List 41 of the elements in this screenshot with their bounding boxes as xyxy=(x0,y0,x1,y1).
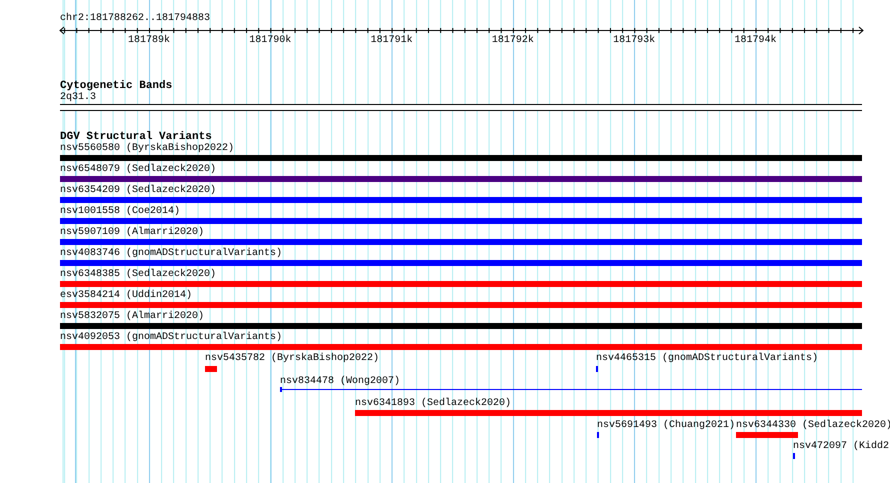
scale-label: 181789k xyxy=(128,35,170,46)
variant-label: nsv6548079 (Sedlazeck2020) xyxy=(60,164,216,175)
scale-label: 181791k xyxy=(370,35,413,46)
variant-label: nsv6348385 (Sedlazeck2020) xyxy=(60,269,216,280)
variant-bar[interactable] xyxy=(60,176,862,182)
variant-label: nsv1001558 (Coe2014) xyxy=(60,206,180,217)
track-title: Cytogenetic Bands xyxy=(60,80,174,92)
variant-label: nsv6341893 (Sedlazeck2020) xyxy=(355,398,512,409)
variant-bar[interactable] xyxy=(60,344,862,350)
variant-label: nsv4092053 (gnomADStructuralVariants) xyxy=(60,332,282,343)
variant-bar[interactable] xyxy=(60,155,862,161)
variant-bar[interactable] xyxy=(60,302,862,308)
band-label: 2q31.3 xyxy=(60,92,98,103)
variant-label: nsv6354209 (Sedlazeck2020) xyxy=(60,185,216,196)
scale-label: 181793k xyxy=(613,35,656,46)
variant-bar[interactable] xyxy=(60,281,862,287)
variant-bar[interactable] xyxy=(60,260,862,266)
variant-label: esv3584214 (Uddin2014) xyxy=(60,290,192,301)
variant-bar[interactable] xyxy=(205,366,217,372)
variant-bar[interactable] xyxy=(60,197,862,203)
variant-label: nsv6344330 (Sedlazeck2020) xyxy=(736,420,890,431)
variant-label: nsv4083746 (gnomADStructuralVariants) xyxy=(60,248,282,259)
variant-label: nsv472097 (Kidd2 xyxy=(793,441,890,452)
variant-label: nsv834478 (Wong2007) xyxy=(280,376,400,387)
track-title: DGV Structural Variants xyxy=(60,131,212,143)
variant-label: nsv5691493 (Chuang2021) xyxy=(597,420,736,431)
scale-label: 181792k xyxy=(492,35,534,46)
scale-label: 181794k xyxy=(734,35,776,46)
location-text: chr2:181788262..181794883 xyxy=(60,12,212,25)
scale-label: 181790k xyxy=(249,35,292,46)
variant-line[interactable] xyxy=(280,389,862,390)
variant-bar[interactable] xyxy=(60,239,862,245)
variant-bar[interactable] xyxy=(60,218,862,224)
variant-label: nsv4465315 (gnomADStructuralVariants) xyxy=(596,353,818,364)
variant-bar[interactable] xyxy=(60,323,862,329)
variant-label: nsv5435782 (ByrskaBishop2022) xyxy=(205,353,380,364)
variant-label: nsv5560580 (ByrskaBishop2022) xyxy=(60,143,234,154)
variant-label: nsv5907109 (Almarri2020) xyxy=(60,227,204,238)
variant-label: nsv5832075 (Almarri2020) xyxy=(60,311,204,322)
variant-bar[interactable] xyxy=(736,432,798,438)
variant-bar[interactable] xyxy=(355,410,862,416)
